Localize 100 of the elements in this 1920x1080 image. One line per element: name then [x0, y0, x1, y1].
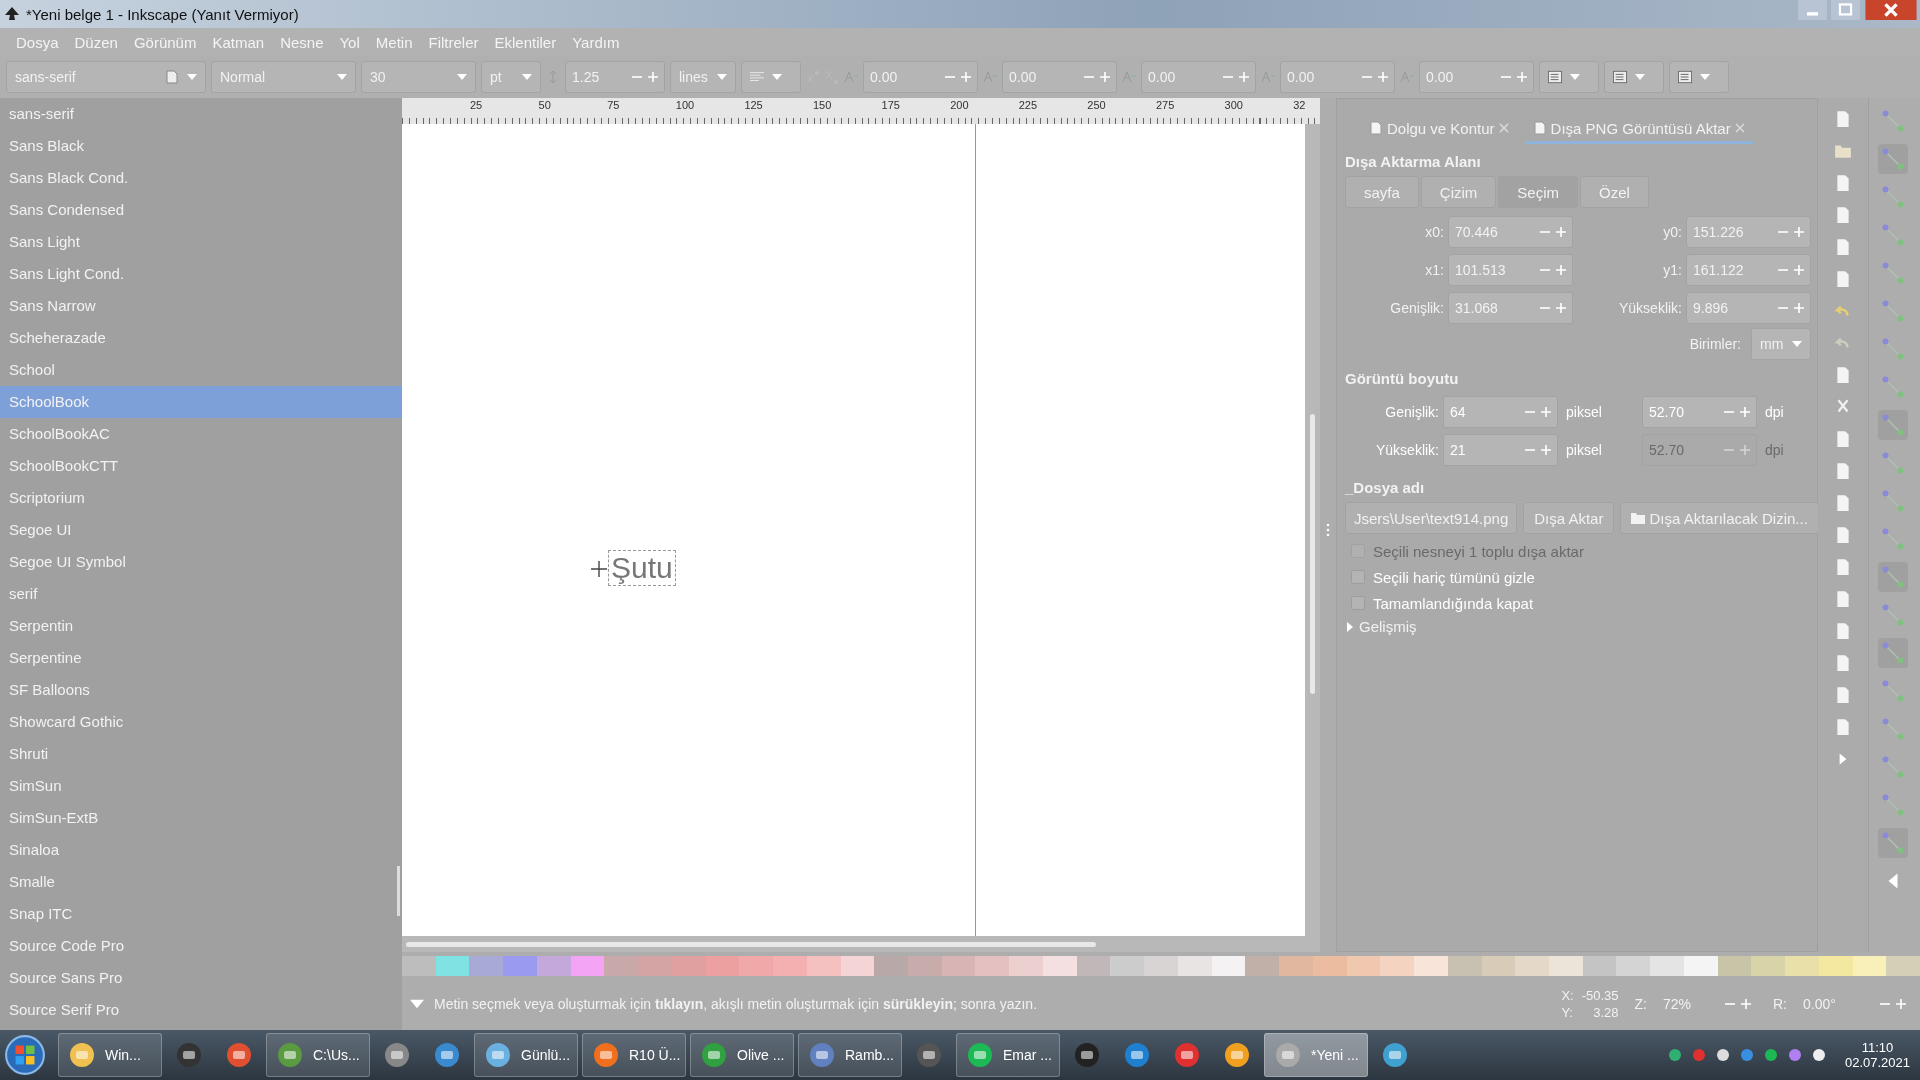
scrollbar[interactable] [406, 942, 1096, 947]
color-swatch[interactable] [1785, 956, 1819, 976]
menu-item[interactable]: Nesne [272, 33, 332, 51]
font-list-item[interactable]: Sans Narrow [0, 290, 402, 322]
color-swatch[interactable] [1009, 956, 1043, 976]
color-swatch[interactable] [1751, 956, 1786, 976]
color-swatch[interactable] [1042, 956, 1077, 976]
color-swatch[interactable] [1481, 956, 1516, 976]
font-list-item[interactable]: Sans Light [0, 226, 402, 258]
tray-icon[interactable] [1714, 1047, 1731, 1063]
font-list-item[interactable]: SchoolBookAC [0, 418, 402, 450]
clock[interactable]: 11:10 02.07.2021 [1844, 1040, 1910, 1070]
close-icon[interactable] [1498, 123, 1509, 133]
font-list-item[interactable]: Source Sans Pro [0, 962, 402, 994]
font-family-field[interactable]: sans-serif [6, 61, 206, 93]
font-list-item[interactable]: SimSun-ExtB [0, 802, 402, 834]
color-swatch[interactable] [1110, 956, 1145, 976]
document-icon[interactable] [1834, 686, 1852, 704]
canvas[interactable]: Şutu [402, 124, 1305, 936]
dpi-field[interactable]: 52.70 [1642, 396, 1757, 428]
font-list-item[interactable]: SF Balloons [0, 674, 402, 706]
taskbar-button[interactable]: Win... [58, 1033, 162, 1077]
font-list-item[interactable]: Scheherazade [0, 322, 402, 354]
dialog-tab[interactable]: Dolgu ve Kontur [1361, 115, 1517, 144]
export-button[interactable]: Dışa Aktar [1523, 502, 1615, 534]
color-swatch[interactable] [1717, 956, 1752, 976]
color-swatch[interactable] [1683, 956, 1718, 976]
color-swatch[interactable] [1818, 956, 1853, 976]
line-spacing-field[interactable]: 1.25 [565, 61, 665, 93]
checkbox[interactable] [1351, 570, 1365, 584]
font-list-item[interactable]: Showcard Gothic [0, 706, 402, 738]
font-list-item[interactable]: Sans Black Cond. [0, 162, 402, 194]
color-swatch[interactable] [1886, 956, 1920, 976]
color-swatch[interactable] [773, 956, 807, 976]
zoom-field[interactable]: 72% [1657, 991, 1757, 1017]
font-size-field[interactable]: 30 [361, 61, 476, 93]
tray-icon[interactable] [1666, 1047, 1683, 1063]
taskbar-button[interactable]: Olive ... [690, 1033, 794, 1077]
taskbar-button[interactable]: Günlü... [474, 1033, 578, 1077]
color-swatch[interactable] [941, 956, 976, 976]
number-field[interactable]: 9.896 [1686, 292, 1811, 324]
number-field[interactable]: 64 [1443, 396, 1558, 428]
tray-icon[interactable] [1786, 1047, 1803, 1063]
menu-item[interactable]: Dosya [8, 33, 67, 51]
color-swatch[interactable] [671, 956, 706, 976]
expander[interactable]: Gelişmiş [1341, 614, 1817, 635]
units-dropdown[interactable]: mm [1751, 328, 1811, 360]
tray-icon[interactable] [1810, 1047, 1827, 1063]
font-list-item[interactable]: Serpentine [0, 642, 402, 674]
document-icon[interactable] [1834, 270, 1852, 288]
filename-field[interactable]: Jsers\User\text914.png [1345, 502, 1518, 534]
color-swatch[interactable] [1515, 956, 1549, 976]
color-swatch[interactable] [1650, 956, 1684, 976]
font-list-item[interactable]: School [0, 354, 402, 386]
scrollbar[interactable] [397, 866, 400, 916]
color-swatch[interactable] [638, 956, 672, 976]
font-list-item[interactable]: SchoolBook [0, 386, 402, 418]
color-swatch[interactable] [1380, 956, 1415, 976]
color-swatch[interactable] [1616, 956, 1651, 976]
folder-icon[interactable] [1834, 142, 1852, 160]
dialog-tab[interactable]: Dışa PNG Görüntüsü Aktar [1524, 115, 1753, 144]
taskbar-button[interactable]: Ramb... [798, 1033, 902, 1077]
font-list-item[interactable]: sans-serif [0, 98, 402, 130]
menu-item[interactable]: Görünüm [125, 33, 205, 51]
document-icon[interactable] [1834, 238, 1852, 256]
scrollbar[interactable] [1310, 414, 1315, 694]
font-list-item[interactable]: Serpentin [0, 610, 402, 642]
number-field[interactable]: 161.122 [1686, 254, 1811, 286]
font-list-item[interactable]: Segoe UI Symbol [0, 546, 402, 578]
number-field[interactable]: 70.446 [1448, 216, 1573, 248]
color-swatch[interactable] [874, 956, 908, 976]
color-swatch[interactable] [570, 956, 605, 976]
font-style-field[interactable]: Normal [211, 61, 356, 93]
color-swatch[interactable] [402, 956, 436, 976]
menu-item[interactable]: Metin [367, 33, 421, 51]
font-list-item[interactable]: Source Serif Pro [0, 994, 402, 1026]
color-swatch[interactable] [840, 956, 875, 976]
tray-icon[interactable] [1762, 1047, 1779, 1063]
document-icon[interactable] [1834, 558, 1852, 576]
rotation-field[interactable]: 0.00° [1797, 991, 1912, 1017]
font-list-item[interactable]: Sans Light Cond. [0, 258, 402, 290]
maximize-button[interactable] [1829, 0, 1862, 20]
font-list-item[interactable]: Shruti [0, 738, 402, 770]
font-list-item[interactable]: Snap ITC [0, 898, 402, 930]
font-list-item[interactable]: SimSun [0, 770, 402, 802]
color-swatch[interactable] [739, 956, 774, 976]
folder-button[interactable]: Dışa Aktarılacak Dizin... [1620, 502, 1819, 534]
color-swatch[interactable] [469, 956, 504, 976]
spacing-field[interactable]: 0.00 [1419, 61, 1534, 93]
color-swatch[interactable] [1414, 956, 1448, 976]
taskbar-button[interactable]: R10 Ü... [582, 1033, 686, 1077]
menu-item[interactable]: Düzen [66, 33, 126, 51]
color-swatch[interactable] [1582, 956, 1617, 976]
font-list-item[interactable]: Scriptorium [0, 482, 402, 514]
color-swatch[interactable] [1076, 956, 1111, 976]
spacing-field[interactable]: 0.00 [1002, 61, 1117, 93]
color-swatch[interactable] [1852, 956, 1887, 976]
document-icon[interactable] [1834, 622, 1852, 640]
taskbar-button[interactable]: *Yeni ... [1264, 1033, 1368, 1077]
color-swatch[interactable] [1447, 956, 1482, 976]
